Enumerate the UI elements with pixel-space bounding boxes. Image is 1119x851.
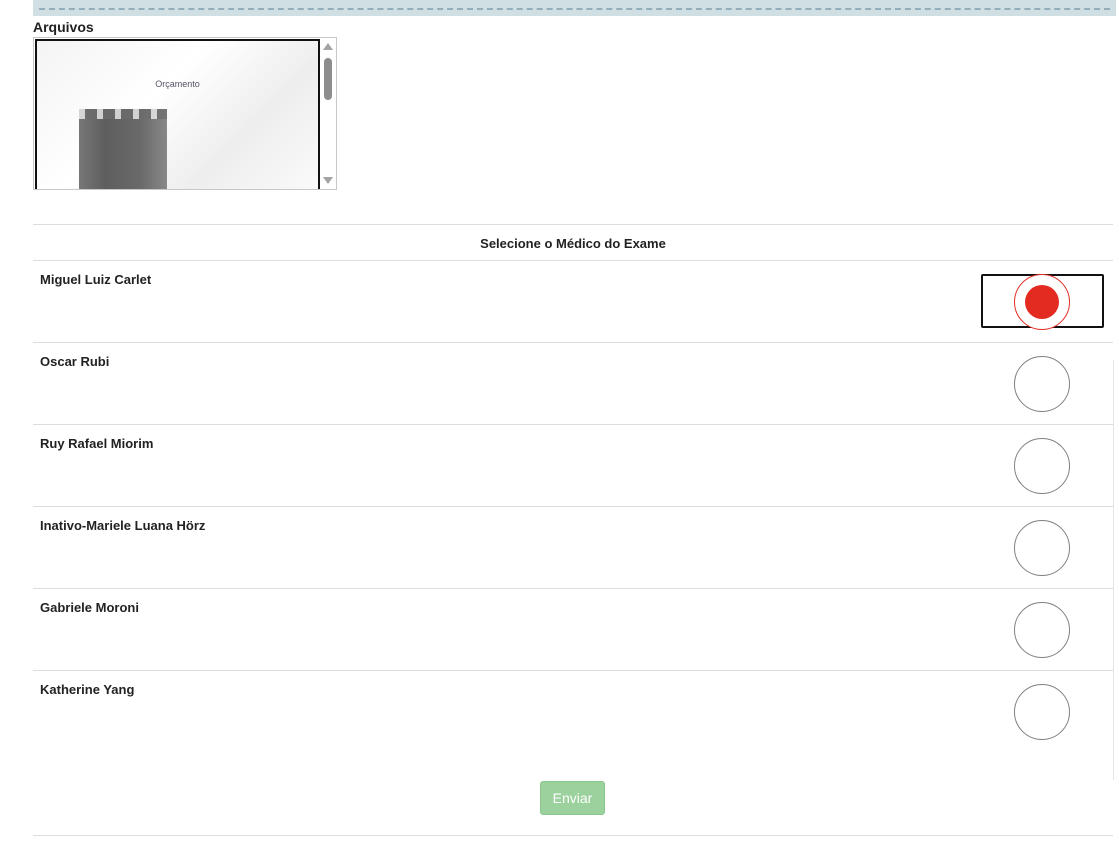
doctor-radio[interactable] xyxy=(1014,520,1070,576)
scroll-down-arrow-icon[interactable] xyxy=(323,177,333,184)
doctor-radio[interactable] xyxy=(1014,438,1070,494)
right-edge-line xyxy=(1113,360,1114,780)
submit-button[interactable]: Enviar xyxy=(540,781,605,815)
doctor-radio[interactable] xyxy=(1014,684,1070,740)
doctor-name: Ruy Rafael Miorim xyxy=(40,436,154,451)
radio-selected-dot xyxy=(1025,285,1059,319)
document-title: Orçamento xyxy=(155,79,200,89)
doctor-name: Miguel Luiz Carlet xyxy=(40,272,152,287)
doctor-row: Inativo-Mariele Luana Hörz xyxy=(33,507,1113,589)
doctor-row: Miguel Luiz Carlet xyxy=(33,261,1113,343)
doctor-row: Gabriele Moroni xyxy=(33,589,1113,671)
doctor-radio[interactable] xyxy=(1014,274,1070,330)
doctor-section-header: Selecione o Médico do Exame xyxy=(33,224,1113,261)
doctor-row: Oscar Rubi xyxy=(33,343,1113,425)
doctor-radio-wrapper[interactable] xyxy=(981,356,1104,412)
doctor-radio-wrapper[interactable] xyxy=(981,274,1104,330)
bottom-divider xyxy=(33,835,1113,836)
page: Arquivos Orçamento Selecione o Médico do… xyxy=(0,0,1119,851)
doctor-radio[interactable] xyxy=(1014,356,1070,412)
scroll-up-arrow-icon[interactable] xyxy=(323,43,333,50)
dashed-border xyxy=(39,8,1110,10)
scroll-thumb[interactable] xyxy=(324,58,332,100)
top-panel xyxy=(33,0,1116,16)
doctor-radio-wrapper[interactable] xyxy=(981,684,1104,740)
doctor-name: Oscar Rubi xyxy=(40,354,110,369)
doctor-name: Katherine Yang xyxy=(40,682,135,697)
doctor-row: Katherine Yang xyxy=(33,671,1113,753)
files-label: Arquivos xyxy=(33,19,94,35)
file-viewer-scrollbar[interactable] xyxy=(320,38,336,189)
doctor-selection-table: Selecione o Médico do Exame Miguel Luiz … xyxy=(33,224,1113,753)
doctor-radio-wrapper[interactable] xyxy=(981,438,1104,494)
doctor-name: Gabriele Moroni xyxy=(40,600,139,615)
doctor-row: Ruy Rafael Miorim xyxy=(33,425,1113,507)
doctor-radio[interactable] xyxy=(1014,602,1070,658)
document-image xyxy=(79,109,167,189)
file-thumbnail[interactable]: Orçamento xyxy=(35,39,320,189)
doctor-radio-wrapper[interactable] xyxy=(981,602,1104,658)
document-image-edge xyxy=(79,109,167,119)
doctor-name: Inativo-Mariele Luana Hörz xyxy=(40,518,206,533)
file-viewer[interactable]: Orçamento xyxy=(33,37,337,190)
doctor-radio-wrapper[interactable] xyxy=(981,520,1104,576)
